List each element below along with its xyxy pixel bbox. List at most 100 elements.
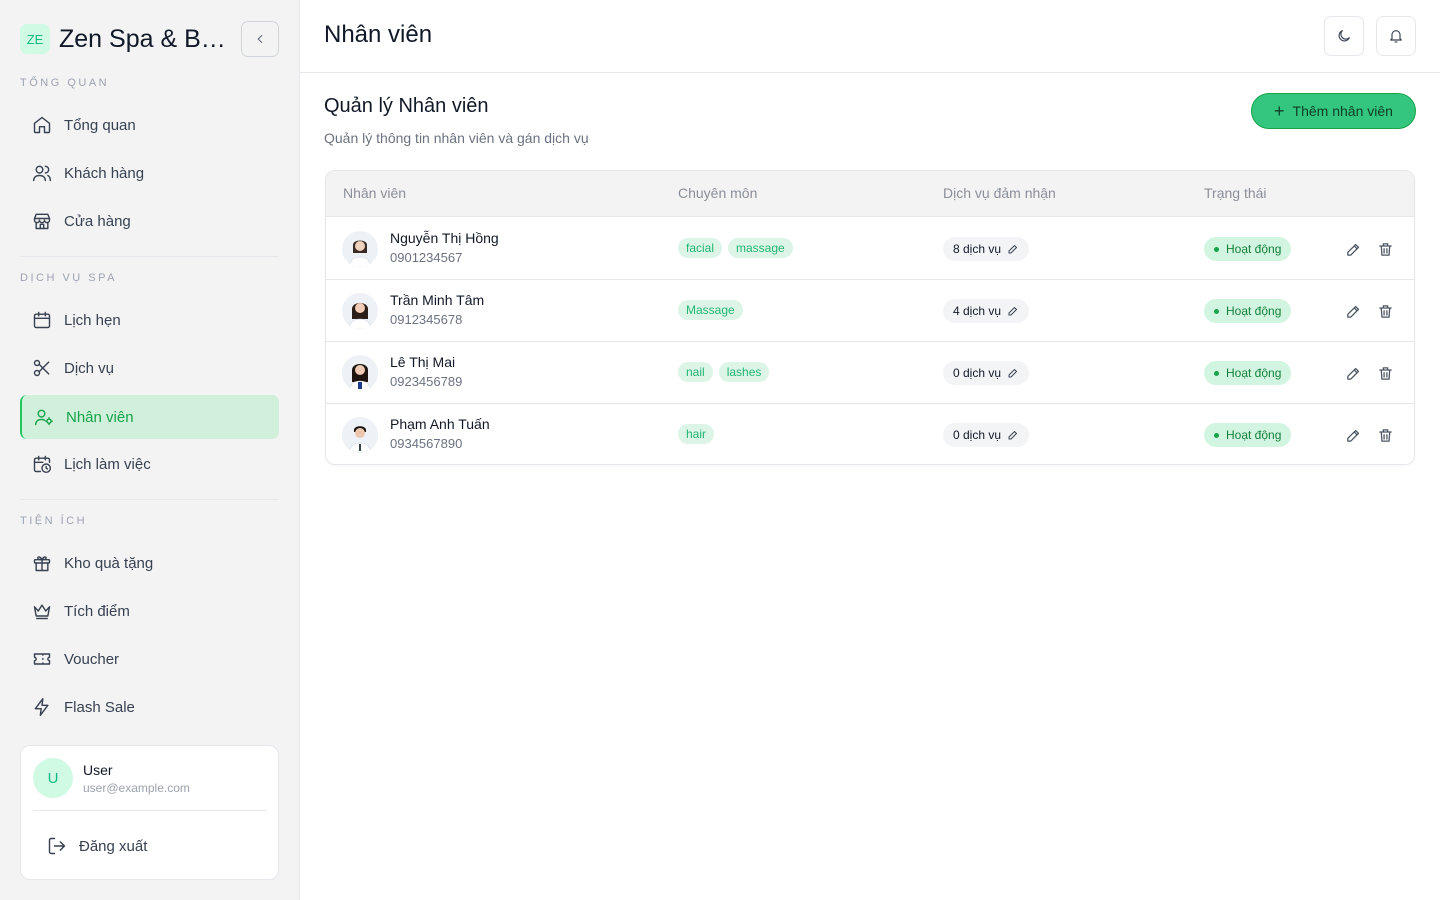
column-header-services[interactable]: Dịch vụ đảm nhận — [943, 185, 1056, 201]
status-label: Hoạt động — [1226, 428, 1282, 442]
assigned-services-button[interactable]: 0 dịch vụ — [943, 361, 1030, 385]
assigned-services-button[interactable]: 0 dịch vụ — [943, 423, 1030, 447]
delete-button[interactable] — [1375, 425, 1395, 445]
sidebar-item-services[interactable]: Dịch vụ — [20, 346, 279, 390]
sidebar-item-label: Dịch vụ — [64, 359, 115, 377]
sidebar-item-flash-sale[interactable]: Flash Sale — [20, 685, 279, 729]
sidebar-item-label: Voucher — [64, 650, 120, 668]
user-name: User — [83, 762, 113, 778]
specialty-tags: Massage — [678, 300, 743, 320]
specialty-tags: nail lashes — [678, 362, 770, 382]
table-row[interactable]: Nguyễn Thị Hồng 0901234567 facial massag… — [326, 218, 1414, 280]
specialty-tag: facial — [678, 238, 723, 258]
specialty-tag: nail — [678, 362, 713, 382]
notifications-button[interactable] — [1376, 16, 1416, 56]
delete-button[interactable] — [1375, 363, 1395, 383]
crown-icon — [32, 601, 52, 621]
status-label: Hoạt động — [1226, 304, 1282, 318]
trash-icon — [1378, 242, 1392, 256]
edit-button[interactable] — [1343, 301, 1363, 321]
status-dot — [1214, 432, 1219, 438]
staff-table: Nhân viên Chuyên môn Dịch vụ đảm nhận Tr… — [325, 170, 1415, 465]
specialty-tag: lashes — [718, 362, 770, 382]
logout-icon — [47, 836, 67, 856]
sidebar-item-customers[interactable]: Khách hàng — [20, 151, 279, 195]
sidebar-item-voucher[interactable]: Voucher — [20, 637, 279, 681]
table-row[interactable]: Lê Thị Mai 0923456789 nail lashes 0 dịch… — [326, 342, 1414, 404]
assigned-services-button[interactable]: 8 dịch vụ — [943, 237, 1030, 261]
delete-button[interactable] — [1375, 301, 1395, 321]
brand-name: Zen Spa & Beauty — [59, 24, 233, 53]
edit-button[interactable] — [1343, 239, 1363, 259]
divider — [33, 810, 267, 811]
table-header: Nhân viên Chuyên môn Dịch vụ đảm nhận Tr… — [326, 171, 1414, 217]
status-dot — [1214, 308, 1219, 314]
sidebar-item-label: Tích điểm — [64, 602, 130, 620]
staff-phone: 0934567890 — [390, 436, 463, 451]
column-header-specialty[interactable]: Chuyên môn — [678, 185, 757, 201]
status-badge: Hoạt động — [1204, 237, 1292, 261]
section-label-utilities: TIỆN ÍCH — [20, 515, 88, 527]
specialty-tags: hair — [678, 424, 715, 444]
sidebar-item-label: Lịch làm việc — [64, 455, 151, 473]
store-icon — [32, 211, 52, 231]
delete-button[interactable] — [1375, 239, 1395, 259]
edit-button[interactable] — [1343, 363, 1363, 383]
staff-name: Phạm Anh Tuấn — [390, 416, 490, 432]
logout-label: Đăng xuất — [79, 837, 148, 855]
staff-phone: 0901234567 — [390, 250, 463, 265]
specialty-tags: facial massage — [678, 238, 793, 258]
moon-icon — [1338, 30, 1350, 42]
specialty-tag: hair — [678, 424, 715, 444]
add-staff-button[interactable]: + Thêm nhân viên — [1251, 93, 1416, 129]
sidebar: ZE Zen Spa & Beauty TỔNG QUAN Tổng quan … — [0, 0, 300, 900]
assigned-services-button[interactable]: 4 dịch vụ — [943, 299, 1030, 323]
status-badge: Hoạt động — [1204, 361, 1292, 385]
sidebar-item-staff[interactable]: Nhân viên — [20, 395, 279, 439]
user-card: U User user@example.com Đăng xuất — [20, 745, 279, 880]
divider — [20, 256, 279, 257]
calendar-icon — [32, 310, 52, 330]
user-email: user@example.com — [83, 781, 190, 795]
avatar — [342, 417, 378, 453]
status-label: Hoạt động — [1226, 242, 1282, 256]
column-header-staff[interactable]: Nhân viên — [343, 185, 406, 201]
specialty-tag: massage — [728, 238, 793, 258]
sidebar-item-label: Kho quà tặng — [64, 554, 154, 572]
sidebar-item-stores[interactable]: Cửa hàng — [20, 199, 279, 243]
plus-icon: + — [1274, 101, 1285, 121]
logout-button[interactable]: Đăng xuất — [33, 824, 267, 868]
page-title: Nhân viên — [324, 21, 433, 48]
table-row[interactable]: Trần Minh Tâm 0912345678 Massage 4 dịch … — [326, 280, 1414, 342]
zap-icon — [32, 697, 52, 717]
pencil-icon — [1008, 245, 1018, 254]
sidebar-item-loyalty[interactable]: Tích điểm — [20, 589, 279, 633]
section-title: Quản lý Nhân viên — [324, 95, 489, 117]
sidebar-item-appointments[interactable]: Lịch hẹn — [20, 298, 279, 342]
section-label-spa-services: DỊCH VỤ SPA — [20, 272, 117, 284]
scissors-icon — [32, 358, 52, 378]
services-count: 4 dịch vụ — [953, 304, 1002, 318]
pencil-icon — [1008, 431, 1018, 440]
services-count: 0 dịch vụ — [953, 366, 1002, 380]
edit-button[interactable] — [1343, 425, 1363, 445]
pencil-icon — [1346, 367, 1359, 380]
user-cog-icon — [34, 407, 54, 427]
sidebar-item-label: Flash Sale — [64, 698, 135, 716]
sidebar-item-overview[interactable]: Tổng quan — [20, 103, 279, 147]
trash-icon — [1378, 366, 1392, 380]
sidebar-item-schedule[interactable]: Lịch làm việc — [20, 442, 279, 486]
staff-name: Nguyễn Thị Hồng — [390, 230, 499, 246]
sidebar-item-label: Khách hàng — [64, 164, 145, 182]
staff-phone: 0912345678 — [390, 312, 463, 327]
theme-toggle-button[interactable] — [1324, 16, 1364, 56]
sidebar-item-gifts[interactable]: Kho quà tặng — [20, 541, 279, 585]
table-row[interactable]: Phạm Anh Tuấn 0934567890 hair 0 dịch vụ … — [326, 404, 1414, 464]
column-header-status[interactable]: Trạng thái — [1204, 185, 1267, 201]
top-header: Nhân viên — [300, 0, 1440, 73]
staff-name: Trần Minh Tâm — [390, 292, 485, 308]
collapse-sidebar-button[interactable] — [241, 21, 279, 57]
gift-icon — [32, 553, 52, 573]
brand[interactable]: ZE Zen Spa & Beauty — [20, 22, 233, 56]
users-icon — [32, 163, 52, 183]
